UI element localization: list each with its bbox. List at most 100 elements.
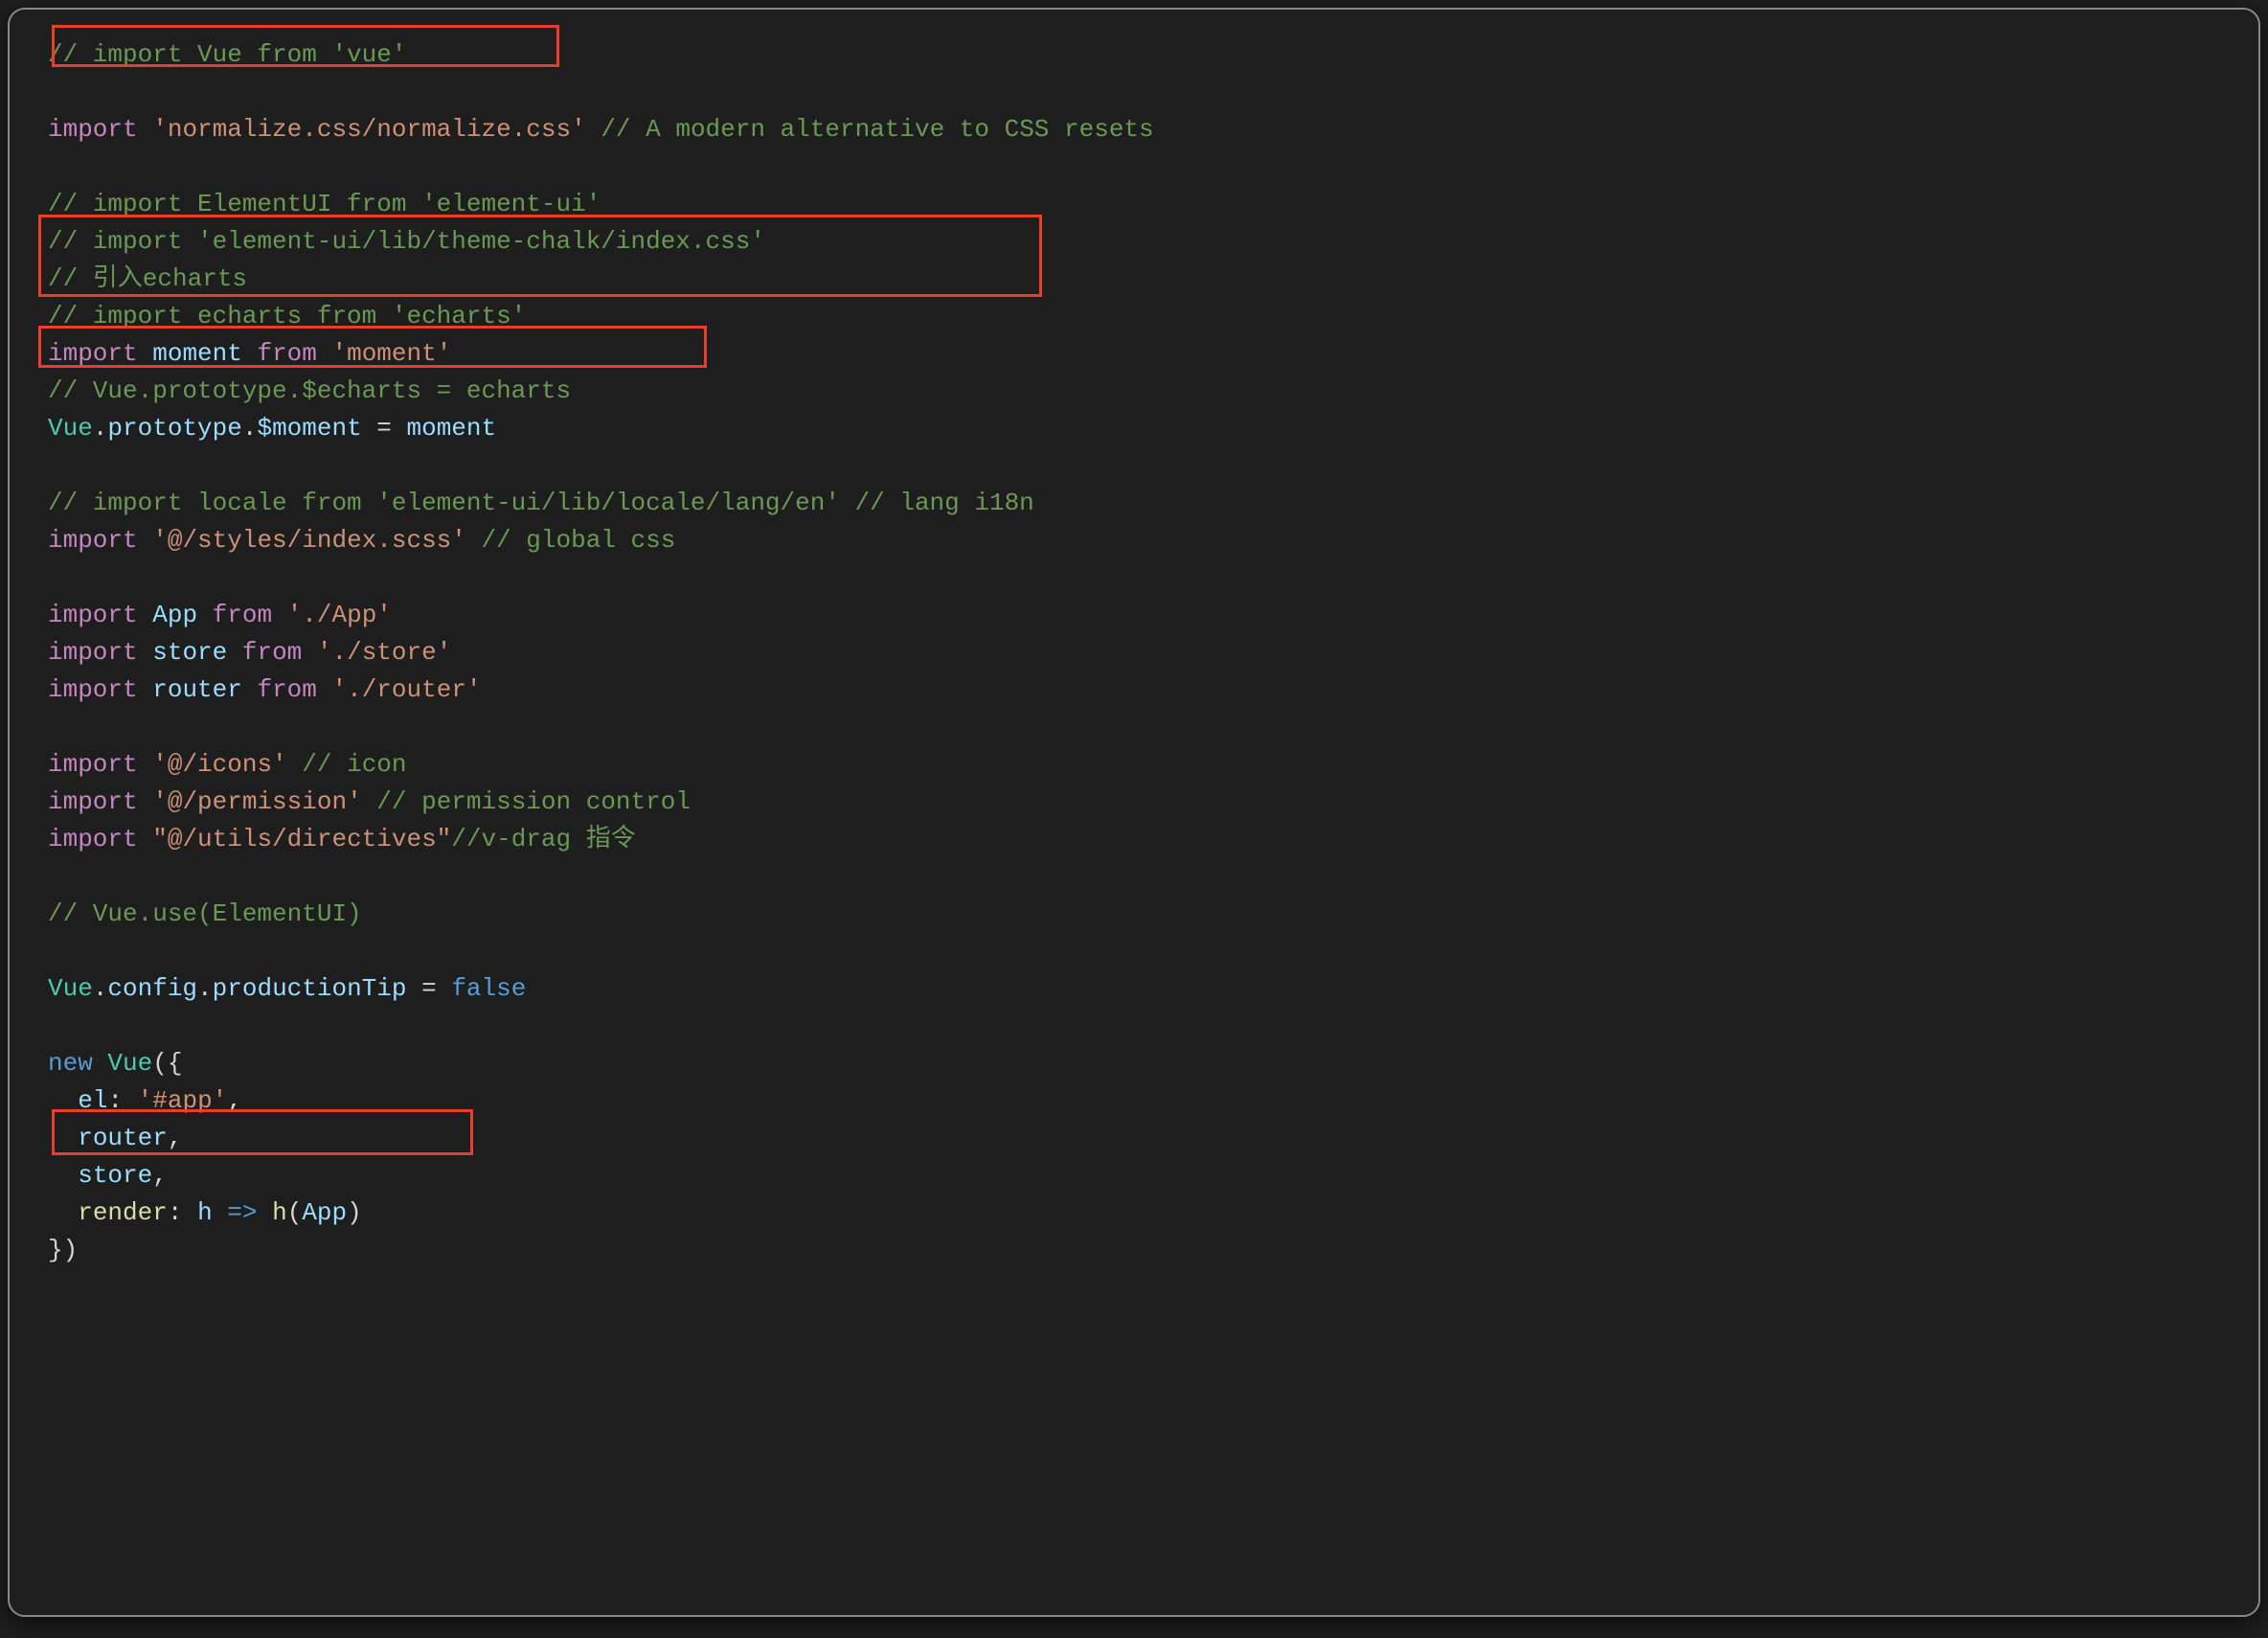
code-line[interactable]: import store from './store' (48, 634, 2239, 671)
code-token: import (48, 750, 138, 779)
code-token: //v-drag 指令 (451, 825, 635, 853)
code-token (317, 675, 332, 704)
code-token: moment (407, 414, 497, 443)
code-token (197, 601, 213, 629)
code-token: store (78, 1161, 152, 1190)
code-token: '@/styles/index.scss' (152, 526, 466, 555)
code-token (287, 750, 303, 779)
code-line[interactable] (48, 447, 2239, 485)
code-token: prototype (107, 414, 241, 443)
code-line[interactable]: import moment from 'moment' (48, 335, 2239, 373)
code-token: './App' (287, 601, 392, 629)
code-line[interactable]: new Vue({ (48, 1045, 2239, 1082)
code-token: : (107, 1086, 137, 1115)
code-line[interactable]: import App from './App' (48, 597, 2239, 634)
code-token (213, 1198, 228, 1227)
code-line[interactable]: render: h => h(App) (48, 1194, 2239, 1232)
code-token (242, 339, 258, 368)
code-line[interactable] (48, 559, 2239, 597)
code-line[interactable] (48, 148, 2239, 186)
code-token: // permission control (376, 787, 691, 816)
code-token: import (48, 787, 138, 816)
code-area[interactable]: // import Vue from 'vue' import 'normali… (48, 36, 2239, 1269)
code-line[interactable]: // import ElementUI from 'element-ui' (48, 186, 2239, 223)
code-token: router (152, 675, 242, 704)
code-token (138, 339, 153, 368)
code-token: . (93, 414, 108, 443)
code-token (466, 526, 482, 555)
code-token: import (48, 638, 138, 667)
code-token: new (48, 1049, 93, 1078)
code-line[interactable]: // import Vue from 'vue' (48, 36, 2239, 74)
code-line[interactable]: el: '#app', (48, 1082, 2239, 1120)
code-token (362, 787, 377, 816)
code-line[interactable]: import router from './router' (48, 671, 2239, 709)
code-line[interactable]: import '@/styles/index.scss' // global c… (48, 522, 2239, 559)
code-token (48, 1198, 78, 1227)
code-token: . (197, 974, 213, 1003)
code-token (302, 638, 317, 667)
code-line[interactable]: // Vue.use(ElementUI) (48, 896, 2239, 933)
code-token (48, 1124, 78, 1152)
code-line[interactable]: // import locale from 'element-ui/lib/lo… (48, 485, 2239, 522)
code-line[interactable] (48, 74, 2239, 111)
code-token (586, 115, 601, 144)
code-token: import (48, 825, 138, 853)
code-token: // icon (302, 750, 406, 779)
code-token: '#app' (138, 1086, 228, 1115)
code-token: = (362, 414, 407, 443)
code-token: moment (152, 339, 242, 368)
code-token: ({ (152, 1049, 182, 1078)
code-token: "@/utils/directives" (152, 825, 451, 853)
code-line[interactable]: router, (48, 1120, 2239, 1157)
code-token: ) (347, 1198, 362, 1227)
code-token: , (227, 1086, 242, 1115)
code-line[interactable]: import 'normalize.css/normalize.css' // … (48, 111, 2239, 148)
code-token: // 引入echarts (48, 264, 247, 293)
code-token: h (272, 1198, 287, 1227)
code-token: el (78, 1086, 107, 1115)
code-token (317, 339, 332, 368)
code-line[interactable]: }) (48, 1232, 2239, 1269)
code-token: => (227, 1198, 257, 1227)
code-token (138, 825, 153, 853)
code-token (138, 675, 153, 704)
code-token: }) (48, 1236, 78, 1264)
code-line[interactable]: // import 'element-ui/lib/theme-chalk/in… (48, 223, 2239, 261)
code-token: render (78, 1198, 168, 1227)
code-token (258, 1198, 273, 1227)
code-token: ( (287, 1198, 303, 1227)
code-token (242, 675, 258, 704)
code-line[interactable] (48, 709, 2239, 746)
code-token: productionTip (213, 974, 407, 1003)
code-token (93, 1049, 108, 1078)
code-token: './router' (332, 675, 482, 704)
code-token (138, 638, 153, 667)
code-token: $moment (257, 414, 361, 443)
code-line[interactable]: import '@/permission' // permission cont… (48, 784, 2239, 821)
code-token: '@/permission' (152, 787, 361, 816)
code-line[interactable] (48, 933, 2239, 970)
code-token: import (48, 675, 138, 704)
code-token: // Vue.prototype.$echarts = echarts (48, 376, 571, 405)
code-line[interactable]: store, (48, 1157, 2239, 1194)
code-line[interactable] (48, 1008, 2239, 1045)
code-token: . (242, 414, 258, 443)
code-token: = (407, 974, 452, 1003)
code-token: // Vue.use(ElementUI) (48, 899, 362, 928)
code-token: // import 'element-ui/lib/theme-chalk/in… (48, 227, 765, 256)
code-line[interactable]: Vue.config.productionTip = false (48, 970, 2239, 1008)
code-token: false (451, 974, 526, 1003)
code-token: router (78, 1124, 168, 1152)
code-line[interactable] (48, 858, 2239, 896)
code-line[interactable]: // import echarts from 'echarts' (48, 298, 2239, 335)
code-line[interactable]: import "@/utils/directives"//v-drag 指令 (48, 821, 2239, 858)
code-token: // import echarts from 'echarts' (48, 302, 526, 330)
code-token: , (152, 1161, 168, 1190)
code-line[interactable]: Vue.prototype.$moment = moment (48, 410, 2239, 447)
code-line[interactable]: // Vue.prototype.$echarts = echarts (48, 373, 2239, 410)
code-line[interactable]: // 引入echarts (48, 261, 2239, 298)
code-token: Vue (48, 414, 93, 443)
code-token: // global css (482, 526, 676, 555)
code-line[interactable]: import '@/icons' // icon (48, 746, 2239, 784)
